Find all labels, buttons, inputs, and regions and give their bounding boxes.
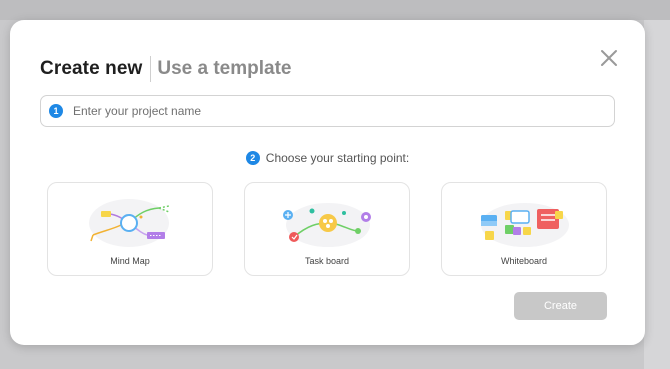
tab-use-template[interactable]: Use a template	[157, 58, 291, 80]
mind-map-icon	[89, 199, 170, 247]
create-project-dialog: Create new Use a template 1 2 Choose you…	[10, 20, 645, 345]
task-board-label: Task board	[304, 256, 350, 266]
project-name-field[interactable]: 1	[40, 95, 615, 127]
project-name-input[interactable]	[71, 103, 595, 119]
background-app-panel	[644, 20, 670, 369]
whiteboard-icon	[481, 203, 569, 247]
tab-separator	[150, 56, 152, 82]
background-app-bar	[0, 0, 670, 20]
step-2-badge: 2	[245, 151, 260, 165]
mind-map-card[interactable]: Mind Map	[47, 182, 213, 276]
starting-point-prompt: 2 Choose your starting point:	[10, 150, 645, 166]
whiteboard-label: Whiteboard	[500, 256, 548, 266]
whiteboard-card[interactable]: Whiteboard	[441, 182, 607, 276]
tab-create-new[interactable]: Create new	[40, 58, 142, 80]
step-1-badge: 1	[49, 104, 63, 118]
task-board-icon	[283, 203, 371, 247]
dialog-tabs: Create new Use a template	[40, 56, 292, 82]
task-board-card[interactable]: Task board	[244, 182, 410, 276]
mind-map-label: Mind Map	[110, 256, 150, 266]
starting-point-label: Choose your starting point:	[265, 151, 410, 165]
create-button[interactable]: Create	[514, 292, 607, 320]
close-icon[interactable]	[599, 48, 619, 68]
